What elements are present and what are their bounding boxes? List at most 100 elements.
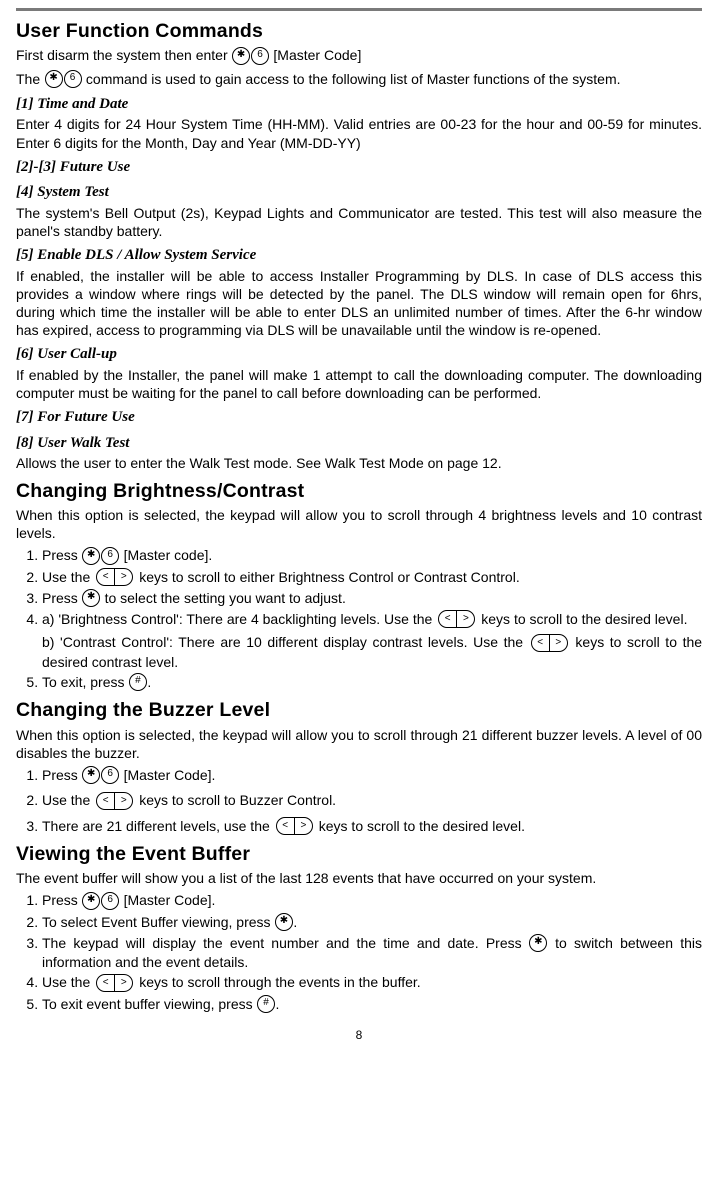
arrow-right-icon: >: [550, 635, 567, 651]
arrow-keys-icon: <>: [96, 792, 133, 810]
key-6-icon: 6: [101, 547, 119, 565]
text: a) 'Brightness Control': There are 4 bac…: [42, 611, 432, 627]
list-item: To exit event buffer viewing, press #.: [42, 995, 702, 1014]
list-item: To exit, press #.: [42, 673, 702, 692]
arrow-left-icon: <: [277, 818, 294, 834]
p-brightness-intro: When this option is selected, the keypad…: [16, 506, 702, 542]
text: First disarm the system then enter: [16, 47, 228, 63]
text: The: [16, 71, 40, 87]
text: keys to scroll to the desired level.: [319, 818, 525, 834]
heading-system-test: [4] System Test: [16, 183, 702, 203]
arrow-keys-icon: <>: [276, 817, 313, 835]
list-event: Press ✱6 [Master Code]. To select Event …: [16, 891, 702, 1014]
list-item: Use the <> keys to scroll to either Brig…: [42, 568, 702, 587]
text: Press: [42, 767, 78, 783]
heading-user-call-up: [6] User Call-up: [16, 345, 702, 365]
text: keys to scroll to the desired level.: [481, 611, 687, 627]
top-rule: [16, 8, 702, 11]
text: b) 'Contrast Control': There are 10 diff…: [42, 634, 523, 650]
text: To exit, press: [42, 674, 124, 690]
arrow-right-icon: >: [115, 975, 132, 991]
p-user-walk-test: Allows the user to enter the Walk Test m…: [16, 454, 702, 472]
key-6-icon: 6: [64, 70, 82, 88]
page-content: User Function Commands First disarm the …: [0, 0, 718, 1056]
list-item: Press ✱6 [Master Code].: [42, 766, 702, 785]
key-6-icon: 6: [251, 47, 269, 65]
arrow-right-icon: >: [457, 611, 474, 627]
arrow-right-icon: >: [295, 818, 312, 834]
heading-buzzer-level: Changing the Buzzer Level: [16, 698, 702, 723]
text: Use the: [42, 792, 90, 808]
arrow-left-icon: <: [532, 635, 549, 651]
text: To exit event buffer viewing, press: [42, 996, 253, 1012]
text: Use the: [42, 974, 90, 990]
key-star-icon: ✱: [82, 766, 100, 784]
sub-item: b) 'Contrast Control': There are 10 diff…: [42, 633, 702, 670]
heading-time-and-date: [1] Time and Date: [16, 95, 702, 115]
text: The keypad will display the event number…: [42, 935, 522, 951]
key-star-icon: ✱: [82, 547, 100, 565]
text: Press: [42, 590, 78, 606]
list-item: Press ✱ to select the setting you want t…: [42, 589, 702, 608]
p-disarm: First disarm the system then enter ✱6 [M…: [16, 46, 702, 65]
key-6-icon: 6: [101, 892, 119, 910]
heading-future-use-2-3: [2]-[3] Future Use: [16, 158, 702, 178]
p-event-intro: The event buffer will show you a list of…: [16, 869, 702, 887]
text: Press: [42, 547, 78, 563]
p-enable-dls: If enabled, the installer will be able t…: [16, 267, 702, 340]
text: keys to scroll to either Brightness Cont…: [139, 569, 520, 585]
key-star-icon: ✱: [232, 47, 250, 65]
arrow-keys-icon: <>: [96, 974, 133, 992]
list-item: Use the <> keys to scroll through the ev…: [42, 973, 702, 992]
text: [Master code].: [124, 547, 213, 563]
text: to select the setting you want to adjust…: [105, 590, 346, 606]
list-buzzer: Press ✱6 [Master Code]. Use the <> keys …: [16, 766, 702, 836]
text: To select Event Buffer viewing, press: [42, 914, 271, 930]
key-hash-icon: #: [257, 995, 275, 1013]
key-star-icon: ✱: [45, 70, 63, 88]
arrow-keys-icon: <>: [438, 610, 475, 628]
text: command is used to gain access to the fo…: [86, 71, 621, 87]
key-star-icon: ✱: [275, 913, 293, 931]
text: .: [276, 996, 280, 1012]
p-user-call-up: If enabled by the Installer, the panel w…: [16, 366, 702, 402]
list-item: To select Event Buffer viewing, press ✱.: [42, 913, 702, 932]
key-6-icon: 6: [101, 766, 119, 784]
p-system-test: The system's Bell Output (2s), Keypad Li…: [16, 204, 702, 240]
text: [Master Code]: [273, 47, 361, 63]
text: .: [293, 914, 297, 930]
heading-user-walk-test: [8] User Walk Test: [16, 434, 702, 454]
key-star-icon: ✱: [529, 934, 547, 952]
arrow-left-icon: <: [97, 793, 114, 809]
text: Press: [42, 892, 78, 908]
heading-event-buffer: Viewing the Event Buffer: [16, 842, 702, 867]
text: .: [147, 674, 151, 690]
key-star-icon: ✱: [82, 892, 100, 910]
heading-brightness-contrast: Changing Brightness/Contrast: [16, 479, 702, 504]
arrow-right-icon: >: [115, 569, 132, 585]
arrow-left-icon: <: [439, 611, 456, 627]
list-item: Use the <> keys to scroll to Buzzer Cont…: [42, 791, 702, 810]
list-item: Press ✱6 [Master Code].: [42, 891, 702, 910]
arrow-keys-icon: <>: [531, 634, 568, 652]
heading-user-function-commands: User Function Commands: [16, 19, 702, 44]
p-time-and-date: Enter 4 digits for 24 Hour System Time (…: [16, 115, 702, 151]
heading-enable-dls: [5] Enable DLS / Allow System Service: [16, 246, 702, 266]
list-brightness: Press ✱6 [Master code]. Use the <> keys …: [16, 546, 702, 692]
text: keys to scroll through the events in the…: [139, 974, 420, 990]
arrow-left-icon: <: [97, 975, 114, 991]
key-hash-icon: #: [129, 673, 147, 691]
list-item: The keypad will display the event number…: [42, 934, 702, 971]
text: [Master Code].: [124, 767, 216, 783]
p-buzzer-intro: When this option is selected, the keypad…: [16, 726, 702, 762]
text: There are 21 different levels, use the: [42, 818, 270, 834]
p-command: The ✱6 command is used to gain access to…: [16, 70, 702, 89]
text: keys to scroll to Buzzer Control.: [139, 792, 336, 808]
arrow-left-icon: <: [97, 569, 114, 585]
arrow-keys-icon: <>: [96, 568, 133, 586]
heading-for-future-use: [7] For Future Use: [16, 408, 702, 428]
list-item: Press ✱6 [Master code].: [42, 546, 702, 565]
text: Use the: [42, 569, 90, 585]
list-item: a) 'Brightness Control': There are 4 bac…: [42, 610, 702, 671]
text: [Master Code].: [124, 892, 216, 908]
